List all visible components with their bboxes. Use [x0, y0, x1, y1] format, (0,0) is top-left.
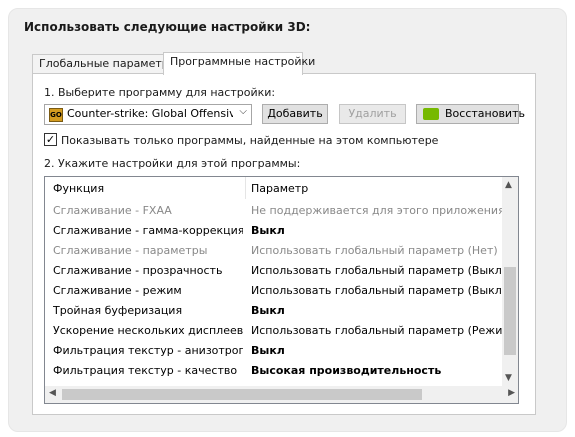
row-feature: Сглаживание - FXAA: [53, 204, 172, 217]
table-header: Функция Параметр: [45, 177, 518, 199]
row-value: Использовать глобальный параметр (Выкл): [251, 284, 503, 297]
step1-label: 1. Выберите программу для настройки:: [44, 86, 276, 99]
table-row[interactable]: Фильтрация текстур - качество Высокая пр…: [45, 361, 503, 381]
scroll-up-icon[interactable]: ▲: [505, 180, 512, 190]
tab-global-settings[interactable]: Глобальные параметры: [32, 54, 177, 74]
horizontal-scrollbar[interactable]: ◀ ▶: [45, 386, 518, 403]
settings-table: Функция Параметр Сглаживание - FXAA Не п…: [44, 176, 519, 404]
show-only-checkbox[interactable]: ✓: [44, 133, 57, 146]
program-select[interactable]: GO Counter-strike: Global Offensiv... ⌵: [44, 104, 252, 125]
nvidia-icon: [423, 108, 439, 120]
table-row[interactable]: Сглаживание - FXAA Не поддерживается для…: [45, 201, 503, 221]
row-value: Использовать глобальный параметр (Выкл): [251, 264, 503, 277]
table-row[interactable]: Фильтрация текстур - анизотропн... Выкл: [45, 341, 503, 361]
restore-button-label: Восстановить: [445, 107, 525, 120]
csgo-app-icon: GO: [49, 108, 63, 122]
step2-label: 2. Укажите настройки для этой программы:: [44, 157, 301, 170]
restore-button[interactable]: Восстановить: [416, 104, 525, 124]
vertical-scroll-thumb[interactable]: [504, 267, 516, 355]
row-value: Выкл: [251, 344, 285, 357]
scroll-left-icon[interactable]: ◀: [49, 388, 56, 398]
chevron-down-icon: ⌵: [239, 106, 247, 117]
tab-program-settings[interactable]: Программные настройки: [163, 52, 315, 75]
row-value: Высокая производительность: [251, 364, 442, 377]
row-feature: Тройная буферизация: [53, 304, 183, 317]
table-row[interactable]: Ускорение нескольких дисплеев/... Исполь…: [45, 321, 503, 341]
column-header-value[interactable]: Параметр: [251, 182, 308, 195]
row-value: Использовать глобальный параметр (Режим …: [251, 324, 503, 337]
scroll-right-icon[interactable]: ▶: [508, 388, 515, 398]
remove-button[interactable]: Удалить: [339, 104, 406, 124]
horizontal-scroll-thumb[interactable]: [62, 389, 422, 400]
section-heading: Использовать следующие настройки 3D:: [24, 20, 311, 34]
show-only-label: Показывать только программы, найденные н…: [61, 134, 439, 147]
row-value: Использовать глобальный параметр (Нет): [251, 244, 498, 257]
column-header-feature[interactable]: Функция: [53, 182, 104, 195]
program-select-value: Counter-strike: Global Offensiv...: [67, 107, 233, 120]
table-row[interactable]: Сглаживание - параметры Использовать гло…: [45, 241, 503, 261]
add-button[interactable]: Добавить: [262, 104, 328, 124]
row-feature: Сглаживание - режим: [53, 284, 182, 297]
table-row[interactable]: Сглаживание - гамма-коррекция Выкл: [45, 221, 503, 241]
table-row[interactable]: Сглаживание - прозрачность Использовать …: [45, 261, 503, 281]
scroll-down-icon[interactable]: ▼: [505, 373, 512, 383]
row-feature: Фильтрация текстур - анизотропн...: [53, 344, 243, 357]
row-feature: Сглаживание - прозрачность: [53, 264, 223, 277]
row-feature: Сглаживание - параметры: [53, 244, 208, 257]
column-divider[interactable]: [245, 177, 246, 199]
table-row[interactable]: Тройная буферизация Выкл: [45, 301, 503, 321]
row-feature: Фильтрация текстур - качество: [53, 364, 238, 377]
row-feature: Ускорение нескольких дисплеев/...: [53, 324, 243, 337]
row-value: Не поддерживается для этого приложения: [251, 204, 503, 217]
row-feature: Сглаживание - гамма-коррекция: [53, 224, 243, 237]
vertical-scrollbar[interactable]: ▲ ▼: [502, 177, 518, 387]
row-value: Выкл: [251, 224, 285, 237]
row-value: Выкл: [251, 304, 285, 317]
table-row[interactable]: Сглаживание - режим Использовать глобаль…: [45, 281, 503, 301]
